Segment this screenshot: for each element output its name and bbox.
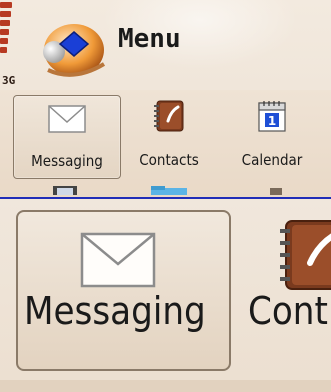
svg-text:1: 1: [268, 114, 276, 128]
calendar-icon: 1: [258, 101, 286, 132]
gallery-icon[interactable]: [52, 183, 78, 195]
menu-item-contacts[interactable]: Contacts: [128, 95, 210, 177]
zoom-menu-item-label: Cont: [248, 289, 328, 333]
network-type: 3G: [2, 74, 16, 87]
status-bar: 3G Menu: [0, 0, 331, 90]
zoom-menu-item-label: Messaging: [24, 289, 206, 333]
menu-item-label: Messaging: [31, 152, 103, 170]
menu-grid: Messaging Contacts 1 Calendar: [0, 95, 331, 197]
phone-screen: 3G Menu Messaging Contacts 1 Calendar: [0, 0, 331, 197]
menu-item-label: Calendar: [241, 151, 303, 169]
envelope-icon: [48, 105, 86, 133]
application-icon[interactable]: [268, 183, 284, 195]
zoom-bottom-strip: [0, 380, 331, 392]
envelope-icon: [80, 232, 156, 288]
menu-item-calendar[interactable]: 1 Calendar: [222, 95, 322, 177]
address-book-icon: [280, 220, 331, 290]
signal-strength-icon: [0, 2, 14, 72]
menu-item-label: Contacts: [139, 151, 199, 169]
address-book-icon: [154, 100, 184, 132]
folder-icon[interactable]: [150, 183, 188, 195]
menu-app-icon: [43, 24, 106, 77]
zoom-view: Messaging Cont: [0, 197, 331, 392]
page-title: Menu: [118, 24, 181, 54]
menu-item-messaging[interactable]: Messaging: [13, 95, 121, 179]
